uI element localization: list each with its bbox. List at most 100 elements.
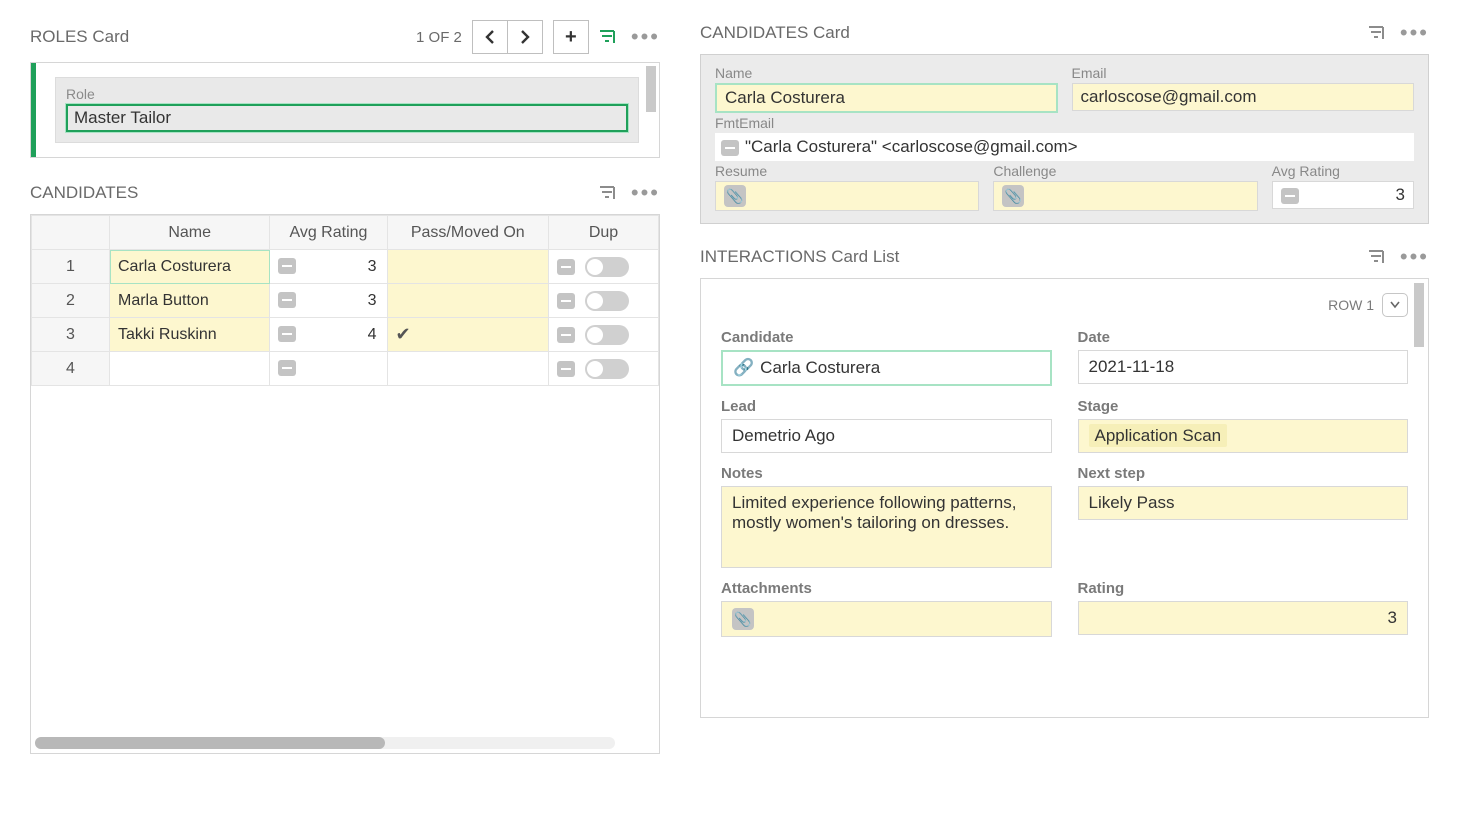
avg-rating-field[interactable]: 3 [1272,181,1414,209]
attachments-label: Attachments [721,580,1052,597]
add-button[interactable]: + [553,20,589,54]
cell-pass[interactable] [387,352,548,386]
cell-rating[interactable] [270,352,387,386]
fmtemail-field[interactable]: "Carla Costurera" <carloscose@gmail.com> [715,133,1414,161]
more-icon[interactable]: ••• [1400,20,1429,46]
cell-rating[interactable]: 3 [270,250,387,284]
table-row[interactable]: 3Takki Ruskinn4✔ [32,318,659,352]
role-label: Role [66,86,628,102]
toggle[interactable] [585,359,629,379]
more-icon[interactable]: ••• [631,24,660,50]
attachments-field[interactable]: 📎 [721,601,1052,637]
cell-rating[interactable]: 4 [270,318,387,352]
toggle[interactable] [585,325,629,345]
notes-label: Notes [721,465,1052,482]
cell-dup[interactable] [549,284,659,318]
col-dup[interactable]: Dup [549,216,659,250]
table-row[interactable]: 2Marla Button3 [32,284,659,318]
cell-name[interactable] [110,352,270,386]
cell-name[interactable]: Marla Button [110,284,270,318]
next-button[interactable] [507,20,543,54]
scrollbar[interactable] [1414,283,1424,347]
more-icon[interactable]: ••• [631,180,660,206]
interactions-header: INTERACTIONS Card List ••• [700,244,1429,270]
cell-pass[interactable]: ✔ [387,318,548,352]
email-field[interactable]: carloscose@gmail.com [1072,83,1415,111]
cell-pass[interactable] [387,284,548,318]
rating-label: Rating [1078,580,1409,597]
nextstep-field[interactable]: Likely Pass [1078,486,1409,520]
formula-icon [1281,188,1299,204]
fmtemail-label: FmtEmail [715,115,1414,131]
cell-name[interactable]: Carla Costurera [110,250,270,284]
date-field[interactable]: 2021-11-18 [1078,350,1409,384]
scrollbar[interactable] [646,66,656,112]
nextstep-label: Next step [1078,465,1409,482]
stage-field[interactable]: Application Scan [1078,419,1409,453]
name-field[interactable]: Carla Costurera [715,83,1058,113]
formula-icon [557,293,575,309]
table-row[interactable]: 1Carla Costurera3 [32,250,659,284]
candidate-label: Candidate [721,329,1052,346]
resume-field[interactable]: 📎 [715,181,979,211]
formula-icon [278,258,296,274]
row-counter: ROW 1 [1328,297,1374,313]
role-input[interactable]: Master Tailor [66,104,628,132]
link-icon: 🔗 [733,358,754,377]
formula-icon [278,326,296,342]
candidates-table: Name Avg Rating Pass/Moved On Dup 1Carla… [30,214,660,754]
roles-pager: 1 OF 2 [416,29,462,46]
email-label: Email [1072,65,1415,81]
filter-icon[interactable] [597,26,619,48]
stage-label: Stage [1078,398,1409,415]
cell-pass[interactable] [387,250,548,284]
filter-icon[interactable] [1366,22,1388,44]
attachment-icon: 📎 [724,185,746,207]
cell-name[interactable]: Takki Ruskinn [110,318,270,352]
filter-icon[interactable] [1366,246,1388,268]
row-number: 4 [32,352,110,386]
cell-dup[interactable] [549,250,659,284]
candidate-card-title: CANDIDATES Card [700,23,1358,43]
more-icon[interactable]: ••• [1400,244,1429,270]
cell-dup[interactable] [549,352,659,386]
challenge-field[interactable]: 📎 [993,181,1257,211]
row-number: 1 [32,250,110,284]
col-pass[interactable]: Pass/Moved On [387,216,548,250]
col-name[interactable]: Name [110,216,270,250]
candidates-header: CANDIDATES ••• [30,180,660,206]
row-number: 3 [32,318,110,352]
candidates-title: CANDIDATES [30,183,589,203]
date-label: Date [1078,329,1409,346]
challenge-label: Challenge [993,163,1257,179]
lead-label: Lead [721,398,1052,415]
roles-card: Role Master Tailor [30,62,660,158]
table-row[interactable]: 4 [32,352,659,386]
row-dropdown-button[interactable] [1382,293,1408,317]
attachment-icon: 📎 [1002,185,1024,207]
candidate-card-header: CANDIDATES Card ••• [700,20,1429,46]
notes-field[interactable]: Limited experience following patterns, m… [721,486,1052,568]
formula-icon [557,259,575,275]
filter-icon[interactable] [597,182,619,204]
roles-header: ROLES Card 1 OF 2 + ••• [30,20,660,54]
toggle[interactable] [585,291,629,311]
candidate-field[interactable]: 🔗Carla Costurera [721,350,1052,386]
resume-label: Resume [715,163,979,179]
cell-dup[interactable] [549,318,659,352]
h-scrollbar[interactable] [35,737,615,749]
formula-icon [721,140,739,156]
prev-button[interactable] [472,20,508,54]
toggle[interactable] [585,257,629,277]
formula-icon [278,292,296,308]
row-number: 2 [32,284,110,318]
interactions-title: INTERACTIONS Card List [700,247,1358,267]
cell-rating[interactable]: 3 [270,284,387,318]
lead-field[interactable]: Demetrio Ago [721,419,1052,453]
formula-icon [557,327,575,343]
formula-icon [557,361,575,377]
rating-field[interactable]: 3 [1078,601,1409,635]
col-rating[interactable]: Avg Rating [270,216,387,250]
attachment-icon: 📎 [732,608,754,630]
formula-icon [278,360,296,376]
